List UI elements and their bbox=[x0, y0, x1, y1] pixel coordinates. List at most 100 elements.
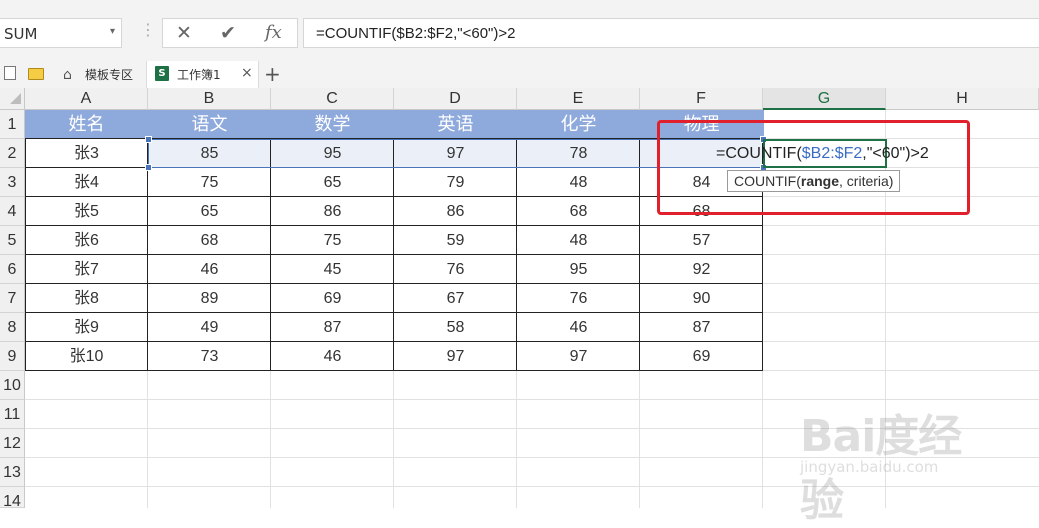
home-icon: ⌂ bbox=[63, 67, 72, 83]
table-border bbox=[639, 139, 640, 371]
name-box-value: SUM bbox=[4, 25, 38, 43]
table-cell[interactable]: 张10 bbox=[25, 342, 148, 371]
row-header-8[interactable]: 8 bbox=[0, 313, 25, 342]
tab-templates-label: 模板专区 bbox=[85, 68, 134, 82]
folder-icon[interactable] bbox=[28, 68, 44, 80]
table-cell[interactable]: 75 bbox=[148, 168, 271, 197]
tab-templates[interactable]: ⌂ 模板专区 bbox=[55, 61, 145, 88]
table-border bbox=[25, 283, 763, 284]
table-cell[interactable]: 张8 bbox=[25, 284, 148, 313]
column-header-b[interactable]: B bbox=[148, 88, 271, 110]
formula-text[interactable]: =COUNTIF($B2:$F2,"<60")>2 bbox=[316, 25, 515, 42]
table-cell[interactable]: 87 bbox=[271, 313, 394, 342]
formula-buttons: ✕ ✔ fx bbox=[162, 18, 298, 48]
drag-handle-icon[interactable]: ⋮ bbox=[140, 20, 156, 39]
table-border bbox=[25, 254, 763, 255]
table-cell[interactable]: 87 bbox=[640, 313, 763, 342]
table-cell[interactable]: 73 bbox=[148, 342, 271, 371]
row-header-2[interactable]: 2 bbox=[0, 139, 25, 168]
table-cell[interactable]: 46 bbox=[517, 313, 640, 342]
row-header-9[interactable]: 9 bbox=[0, 342, 25, 371]
select-all-corner[interactable] bbox=[0, 88, 25, 110]
add-tab-icon[interactable]: + bbox=[264, 62, 281, 86]
column-header-g[interactable]: G bbox=[763, 88, 886, 110]
table-cell[interactable]: 张9 bbox=[25, 313, 148, 342]
table-cell[interactable]: 75 bbox=[271, 226, 394, 255]
formula-input[interactable]: =COUNTIF($B2:$F2,"<60")>2 bbox=[303, 18, 1039, 48]
column-header-d[interactable]: D bbox=[394, 88, 517, 110]
column-header-h[interactable]: H bbox=[886, 88, 1039, 110]
column-header-c[interactable]: C bbox=[271, 88, 394, 110]
row-header-7[interactable]: 7 bbox=[0, 284, 25, 313]
table-cell[interactable]: 57 bbox=[640, 226, 763, 255]
file-icon[interactable] bbox=[4, 66, 16, 80]
row-header-14[interactable]: 14 bbox=[0, 487, 25, 510]
close-icon[interactable]: × bbox=[241, 65, 253, 81]
column-header-f[interactable]: F bbox=[640, 88, 763, 110]
tab-workbook[interactable]: S 工作簿1 × bbox=[146, 61, 259, 89]
table-cell[interactable]: 97 bbox=[517, 342, 640, 371]
table-cell[interactable]: 86 bbox=[271, 197, 394, 226]
table-cell[interactable]: 张3 bbox=[25, 139, 148, 168]
table-cell[interactable]: 67 bbox=[394, 284, 517, 313]
table-border bbox=[393, 139, 394, 371]
table-cell[interactable]: 69 bbox=[640, 342, 763, 371]
table-header-cell[interactable]: 数学 bbox=[271, 110, 394, 139]
cancel-icon[interactable]: ✕ bbox=[176, 22, 192, 44]
row-header-12[interactable]: 12 bbox=[0, 429, 25, 458]
table-border bbox=[25, 196, 763, 197]
table-cell[interactable]: 68 bbox=[148, 226, 271, 255]
row-header-11[interactable]: 11 bbox=[0, 400, 25, 429]
row-header-1[interactable]: 1 bbox=[0, 110, 25, 139]
table-cell[interactable]: 张5 bbox=[25, 197, 148, 226]
table-cell[interactable]: 69 bbox=[271, 284, 394, 313]
table-cell[interactable]: 95 bbox=[517, 255, 640, 284]
tab-workbook-label: 工作簿1 bbox=[177, 68, 221, 82]
table-cell[interactable]: 76 bbox=[394, 255, 517, 284]
row-header-4[interactable]: 4 bbox=[0, 197, 25, 226]
row-header-10[interactable]: 10 bbox=[0, 371, 25, 400]
table-cell[interactable]: 46 bbox=[148, 255, 271, 284]
table-border bbox=[147, 139, 148, 371]
table-cell[interactable]: 49 bbox=[148, 313, 271, 342]
table-cell[interactable]: 张6 bbox=[25, 226, 148, 255]
table-cell[interactable]: 46 bbox=[271, 342, 394, 371]
watermark: Bai度经验 jingyan.baidu.com bbox=[800, 396, 990, 526]
table-cell[interactable]: 90 bbox=[640, 284, 763, 313]
table-header-cell[interactable]: 姓名 bbox=[25, 110, 148, 139]
table-cell[interactable]: 59 bbox=[394, 226, 517, 255]
table-cell[interactable]: 79 bbox=[394, 168, 517, 197]
table-cell[interactable]: 86 bbox=[394, 197, 517, 226]
column-header-a[interactable]: A bbox=[25, 88, 148, 110]
table-cell[interactable]: 45 bbox=[271, 255, 394, 284]
spreadsheet-icon: S bbox=[155, 66, 169, 81]
table-header-cell[interactable]: 英语 bbox=[394, 110, 517, 139]
selection-handle[interactable] bbox=[145, 164, 152, 171]
row-header-6[interactable]: 6 bbox=[0, 255, 25, 284]
table-cell[interactable]: 97 bbox=[394, 342, 517, 371]
table-cell[interactable]: 张4 bbox=[25, 168, 148, 197]
table-cell[interactable]: 92 bbox=[640, 255, 763, 284]
name-box[interactable]: SUM ▾ bbox=[0, 18, 122, 48]
row-header-3[interactable]: 3 bbox=[0, 168, 25, 197]
table-border bbox=[25, 225, 763, 226]
chevron-down-icon[interactable]: ▾ bbox=[110, 26, 115, 37]
table-cell[interactable]: 68 bbox=[517, 197, 640, 226]
selection-handle[interactable] bbox=[145, 136, 152, 143]
row-header-13[interactable]: 13 bbox=[0, 458, 25, 487]
table-cell[interactable]: 张7 bbox=[25, 255, 148, 284]
select-all-icon bbox=[10, 93, 21, 104]
table-cell[interactable]: 48 bbox=[517, 226, 640, 255]
table-cell[interactable]: 65 bbox=[148, 197, 271, 226]
table-header-cell[interactable]: 语文 bbox=[148, 110, 271, 139]
function-icon[interactable]: fx bbox=[265, 22, 282, 43]
table-cell[interactable]: 48 bbox=[517, 168, 640, 197]
row-header-5[interactable]: 5 bbox=[0, 226, 25, 255]
table-cell[interactable]: 89 bbox=[148, 284, 271, 313]
column-header-e[interactable]: E bbox=[517, 88, 640, 110]
table-cell[interactable]: 65 bbox=[271, 168, 394, 197]
table-cell[interactable]: 58 bbox=[394, 313, 517, 342]
table-header-cell[interactable]: 化学 bbox=[517, 110, 640, 139]
check-icon[interactable]: ✔ bbox=[220, 22, 236, 44]
table-cell[interactable]: 76 bbox=[517, 284, 640, 313]
